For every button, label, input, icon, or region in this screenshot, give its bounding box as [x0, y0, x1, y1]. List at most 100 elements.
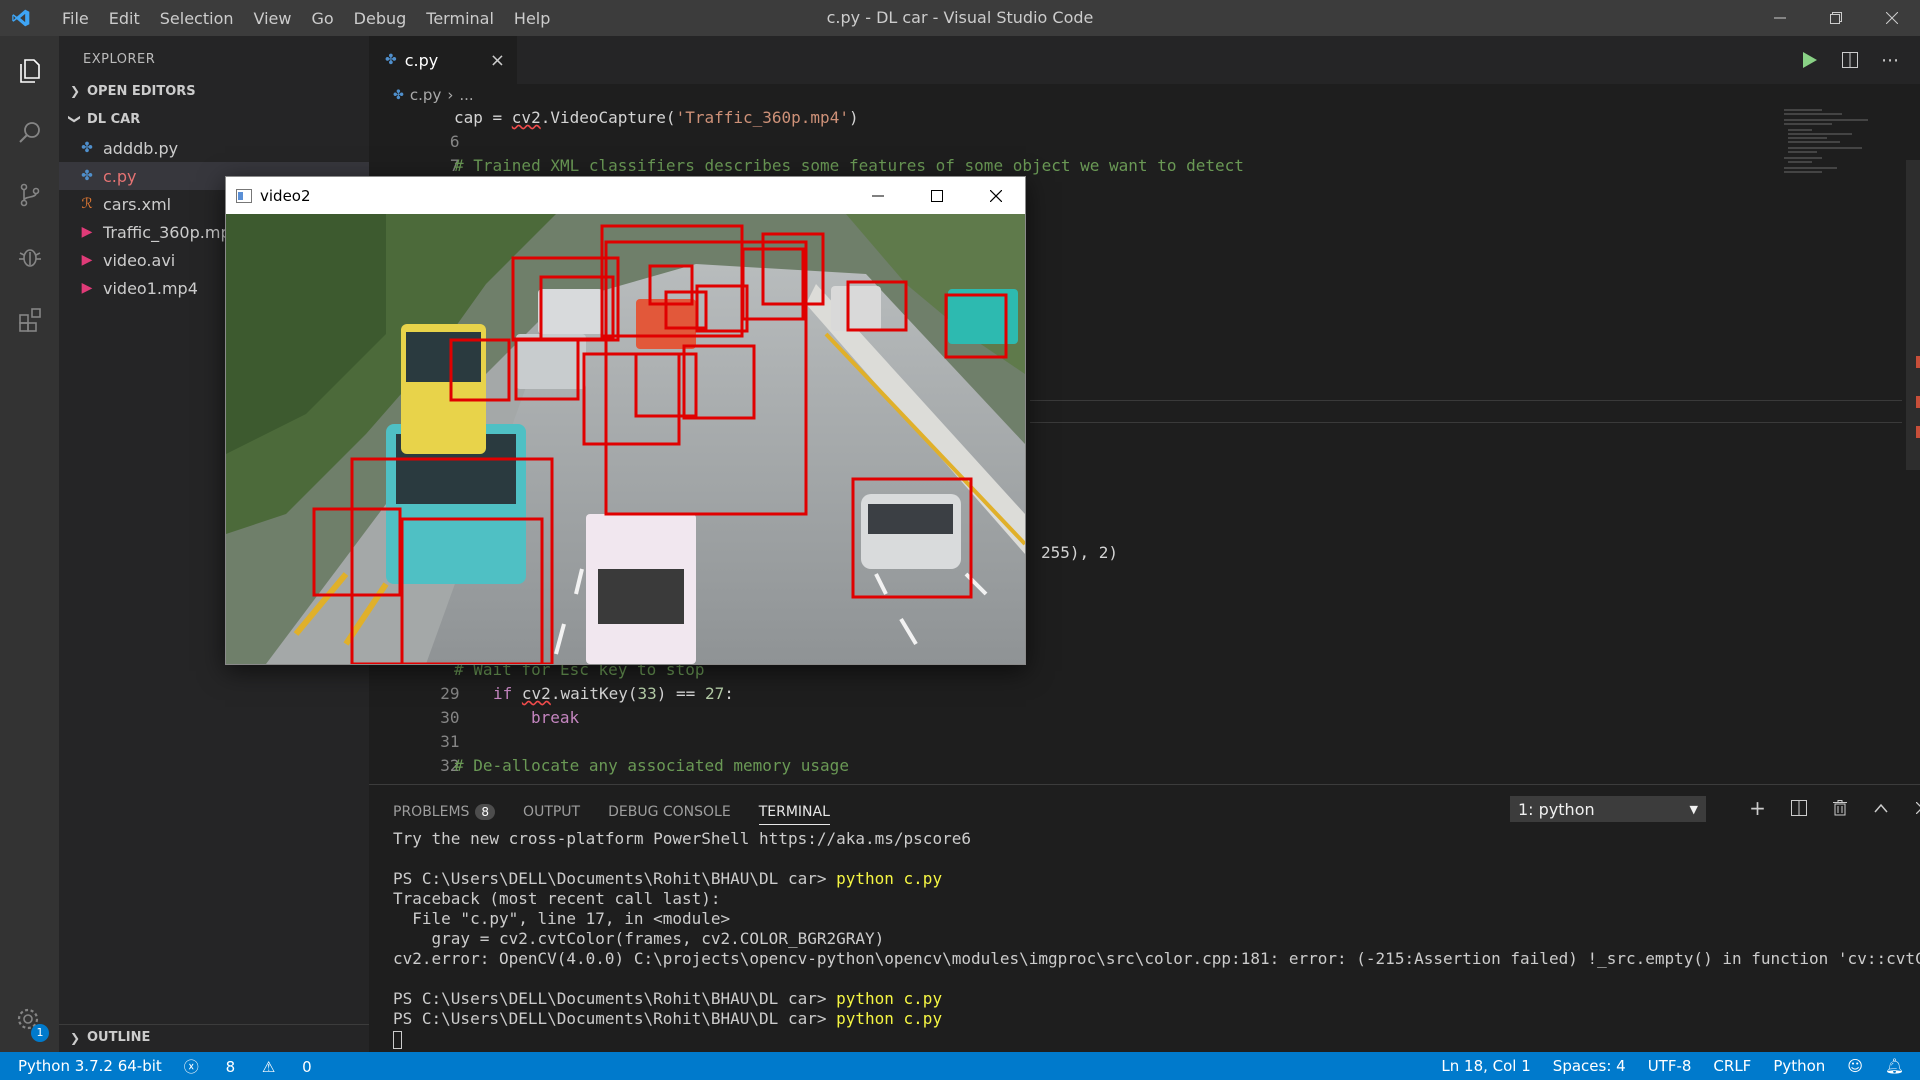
- editor-scrollbar[interactable]: [1902, 106, 1920, 782]
- breadcrumb-symbol[interactable]: ...: [459, 86, 473, 104]
- close-tab-icon[interactable]: ×: [490, 50, 505, 71]
- vscode-logo-icon: [12, 9, 30, 27]
- terminal-line: PS C:\Users\DELL\Documents\Rohit\BHAU\DL…: [393, 1009, 1920, 1029]
- menu-selection[interactable]: Selection: [150, 9, 244, 28]
- code-line: 8 # Trained XML classifiers describes so…: [369, 154, 1769, 199]
- tab-label: TERMINAL: [758, 804, 830, 820]
- split-editor-button[interactable]: [1830, 36, 1870, 84]
- video-minimize-button[interactable]: [848, 177, 907, 214]
- menu-bar: File Edit Selection View Go Debug Termin…: [52, 0, 560, 36]
- maximize-panel-button[interactable]: [1860, 793, 1901, 823]
- file-item-adddb[interactable]: ✤ adddb.py: [59, 134, 369, 162]
- scrollbar-thumb[interactable]: [1906, 160, 1920, 470]
- minimap-preview: [1784, 109, 1868, 173]
- python-interpreter[interactable]: Python 3.7.2 64-bit: [18, 1057, 162, 1075]
- minimap[interactable]: [1782, 106, 1872, 186]
- tab-terminal[interactable]: TERMINAL: [758, 804, 830, 825]
- file-name: cars.xml: [103, 194, 172, 214]
- split-terminal-button[interactable]: [1778, 793, 1819, 823]
- split-icon: [1842, 52, 1858, 68]
- menu-file[interactable]: File: [52, 9, 99, 28]
- video-window-titlebar[interactable]: video2: [226, 177, 1025, 214]
- tab-output[interactable]: OUTPUT: [523, 804, 580, 820]
- breadcrumb-file[interactable]: c.py: [410, 86, 441, 104]
- video-close-button[interactable]: [966, 177, 1025, 214]
- traffic-video-frame-image: [226, 214, 1025, 664]
- more-actions-button[interactable]: ⋯: [1870, 36, 1910, 84]
- line-ending[interactable]: CRLF: [1713, 1057, 1751, 1075]
- settings-activity-button[interactable]: 1: [0, 990, 59, 1052]
- open-editors-section[interactable]: ❯ OPEN EDITORS: [59, 78, 369, 104]
- terminal-select[interactable]: 1: python ▼: [1510, 796, 1706, 822]
- cursor-position[interactable]: Ln 18, Col 1: [1441, 1057, 1530, 1075]
- encoding[interactable]: UTF-8: [1648, 1057, 1692, 1075]
- error-icon: ⓧ: [183, 1057, 199, 1076]
- line-number: 33: [408, 778, 459, 782]
- video-window-controls: [848, 177, 1025, 214]
- chevron-right-icon: ❯: [69, 1030, 81, 1045]
- terminal-cursor: [393, 1030, 402, 1049]
- explorer-activity-button[interactable]: [0, 40, 59, 102]
- new-terminal-button[interactable]: +: [1737, 793, 1778, 823]
- folder-label: DL CAR: [87, 111, 141, 127]
- minimize-button[interactable]: [1752, 0, 1808, 36]
- close-panel-button[interactable]: [1901, 793, 1920, 823]
- tab-problems[interactable]: PROBLEMS 8: [393, 804, 496, 820]
- chevron-right-icon: ❯: [69, 84, 81, 98]
- file-name: adddb.py: [103, 138, 179, 158]
- terminal-line: gray = cv2.cvtColor(frames, cv2.COLOR_BG…: [393, 929, 1920, 949]
- video-frame: [226, 214, 1025, 664]
- bottom-panel: PROBLEMS 8 OUTPUT DEBUG CONSOLE TERMINAL…: [369, 784, 1920, 1052]
- close-icon: [1886, 12, 1898, 24]
- menu-help[interactable]: Help: [504, 9, 560, 28]
- breadcrumb: ✤ c.py › ...: [369, 84, 1920, 106]
- tab-debug-console[interactable]: DEBUG CONSOLE: [608, 804, 731, 820]
- terminal-command: python c.py: [836, 989, 943, 1008]
- python-file-icon: ✤: [81, 140, 93, 156]
- video-maximize-button[interactable]: [907, 177, 966, 214]
- minimize-icon: [871, 195, 884, 196]
- video-window[interactable]: video2: [225, 176, 1026, 665]
- maximize-icon: [930, 189, 943, 202]
- menu-edit[interactable]: Edit: [99, 9, 150, 28]
- debug-activity-button[interactable]: [0, 226, 59, 288]
- close-icon: [989, 189, 1002, 202]
- source-control-activity-button[interactable]: [0, 164, 59, 226]
- line-text: cap = cv2.VideoCapture('Traffic_360p.mp4…: [454, 108, 859, 127]
- search-activity-button[interactable]: [0, 102, 59, 164]
- title-bar: File Edit Selection View Go Debug Termin…: [0, 0, 1920, 36]
- terminal-select-value: 1: python: [1518, 799, 1595, 819]
- status-left: Python 3.7.2 64-bit ⓧ 8 ⚠ 0: [18, 1052, 356, 1080]
- editor-tab-bar: ✤ c.py × ⋯: [369, 36, 1920, 84]
- problems-badge: 8: [475, 804, 496, 820]
- source-control-icon: [20, 183, 39, 207]
- activity-bar: 1: [0, 36, 59, 1052]
- editor-actions: ⋯: [1790, 36, 1910, 84]
- menu-terminal[interactable]: Terminal: [416, 9, 504, 28]
- kill-terminal-button[interactable]: [1819, 793, 1860, 823]
- menu-view[interactable]: View: [244, 9, 302, 28]
- error-marker: [1916, 426, 1920, 438]
- video-file-icon: ▶: [81, 280, 93, 296]
- tab-c-py[interactable]: ✤ c.py ×: [369, 36, 517, 84]
- extensions-activity-button[interactable]: [0, 288, 59, 350]
- menu-debug[interactable]: Debug: [344, 9, 417, 28]
- indentation[interactable]: Spaces: 4: [1553, 1057, 1626, 1075]
- language-mode[interactable]: Python: [1773, 1057, 1825, 1075]
- bell-icon[interactable]: 🔔︎: [1885, 1057, 1904, 1075]
- run-button[interactable]: [1790, 36, 1830, 84]
- feedback-smiley-icon[interactable]: ☺: [1847, 1057, 1863, 1075]
- menu-go[interactable]: Go: [301, 9, 343, 28]
- close-window-button[interactable]: [1864, 0, 1920, 36]
- restore-button[interactable]: [1808, 0, 1864, 36]
- problems-status[interactable]: ⓧ 8 ⚠ 0: [184, 1056, 334, 1077]
- tab-label: OUTPUT: [523, 804, 581, 820]
- terminal-command: python c.py: [836, 869, 943, 888]
- outline-section[interactable]: ❯ OUTLINE: [59, 1024, 369, 1050]
- error-marker: [1916, 356, 1920, 368]
- folder-section[interactable]: ❯ DL CAR: [59, 106, 369, 132]
- terminal-output[interactable]: Try the new cross-platform PowerShell ht…: [393, 829, 1920, 1049]
- minimize-icon: [1774, 17, 1786, 19]
- terminal-command: python c.py: [836, 1009, 943, 1028]
